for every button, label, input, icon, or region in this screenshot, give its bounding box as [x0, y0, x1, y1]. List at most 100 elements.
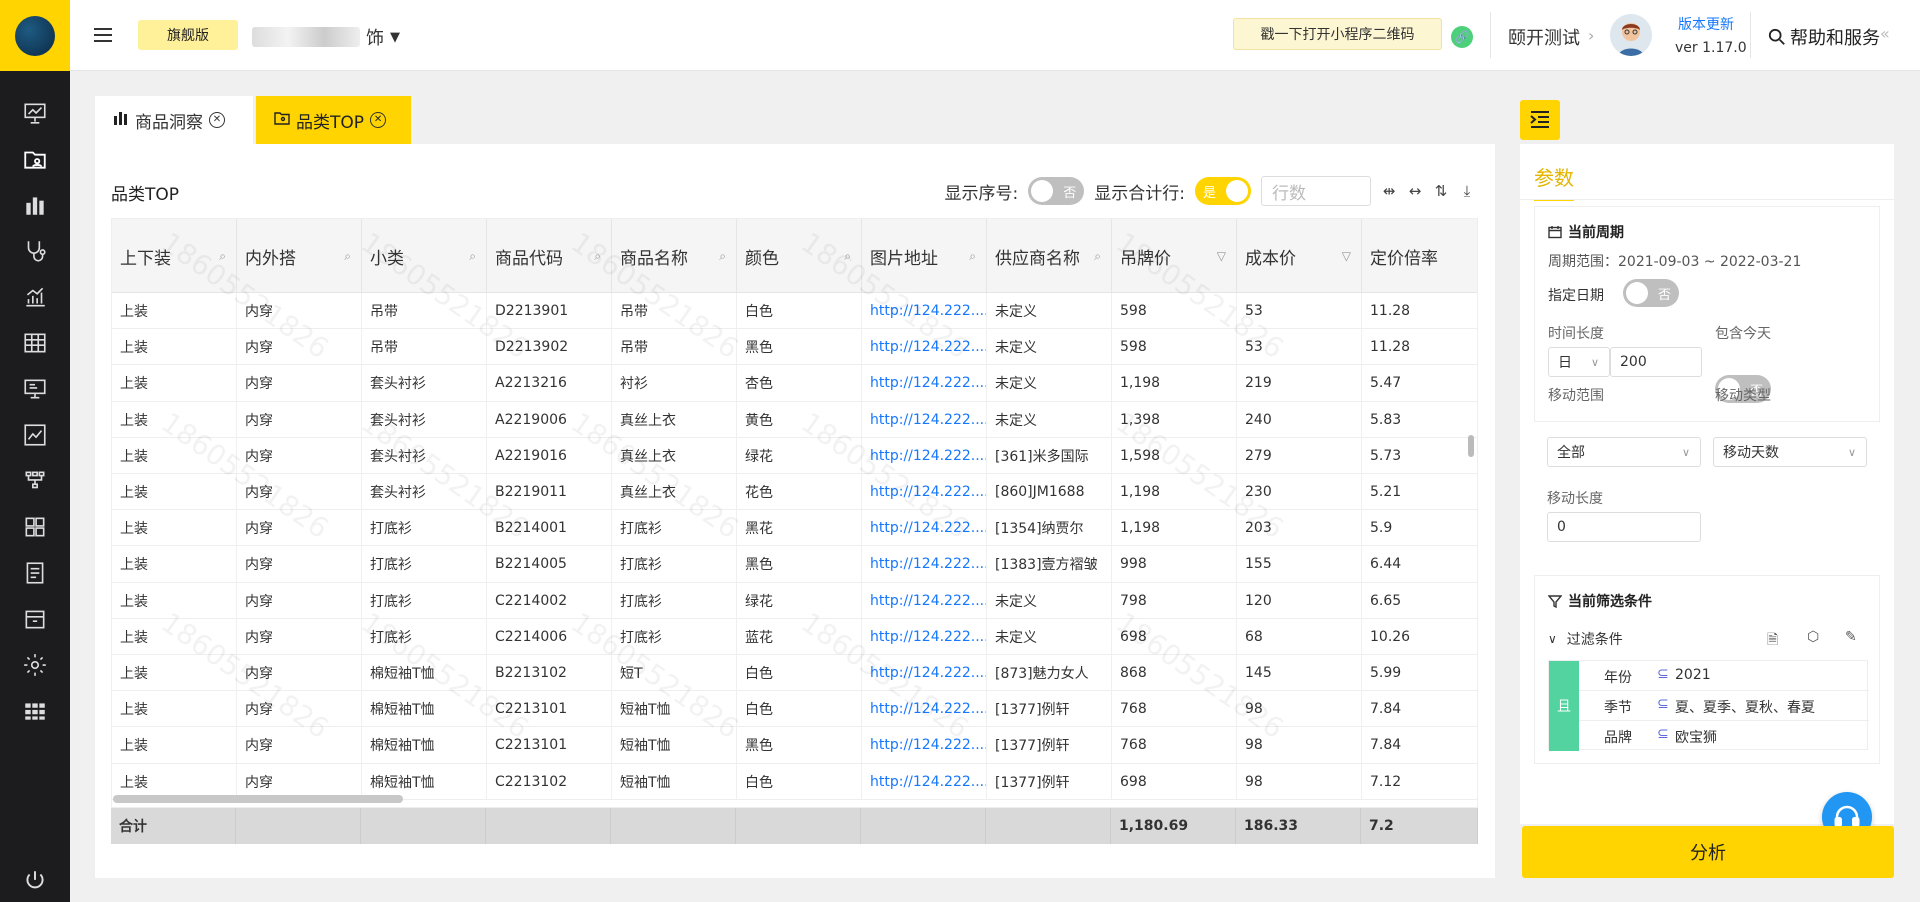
image-url-link[interactable]: http://124.222.... [862, 727, 987, 764]
table-cell: 未定义 [987, 293, 1112, 329]
column-header[interactable]: 供应商名称 ⌕ [987, 219, 1112, 293]
report-icon[interactable] [0, 553, 70, 593]
table-cell: 内穿 [237, 582, 362, 619]
miniapp-qr-button[interactable]: 戳一下打开小程序二维码 [1233, 18, 1442, 50]
table-icon[interactable] [0, 323, 70, 363]
table-row[interactable]: 上装 内穿 套头衬衫 A2219016 真丝上衣 绿花 http://124.222....… [112, 437, 1477, 474]
table-row[interactable]: 上装 内穿 棉短袖T恤 B2213102 短T 白色 http://124.222....[… [112, 655, 1477, 692]
logo[interactable] [0, 0, 70, 71]
help-and-service-button[interactable]: 帮助和服务 [1768, 24, 1880, 50]
double-chevron-left-icon[interactable]: « [1880, 24, 1890, 43]
hamburger-menu-icon[interactable] [92, 24, 114, 46]
tenant-name[interactable]: 颐开测试 [1508, 24, 1580, 50]
rows-input[interactable]: 行数 [1261, 176, 1371, 206]
image-url-link[interactable]: http://124.222.... [862, 401, 987, 438]
bar-chart-icon[interactable] [0, 185, 70, 225]
power-icon[interactable] [0, 863, 70, 899]
image-url-link[interactable]: http://124.222.... [862, 763, 987, 800]
table-cell: 吊带 [362, 329, 487, 366]
move-range-select[interactable]: 全部 ∨ [1547, 437, 1701, 467]
table-cell: 花色 [737, 474, 862, 510]
table-row[interactable]: 上装 内穿 打底衫 C2214002 打底衫 绿花 http://124.222.... 未定… [112, 582, 1477, 619]
column-header[interactable]: 内外搭 ⌕ [237, 219, 362, 293]
category-folder-icon[interactable] [0, 139, 70, 179]
show-index-toggle[interactable]: 否 [1028, 177, 1085, 205]
edit-icon[interactable]: ✎ [1845, 629, 1857, 645]
fit-width-icon[interactable]: ⇹ [1381, 182, 1397, 200]
close-icon[interactable]: ✕ [209, 112, 225, 128]
settings-gear-icon[interactable] [0, 645, 70, 685]
sort-icon[interactable]: ⇅ [1433, 182, 1449, 200]
table-cell: 上装 [112, 727, 237, 764]
move-type-label: 移动类型 [1715, 388, 1771, 404]
search-icon[interactable]: ⌕ [344, 249, 351, 264]
horizontal-scrollbar[interactable] [113, 795, 403, 803]
link-icon[interactable]: 🔗 [1451, 26, 1473, 48]
total-cost: 186.33 [1236, 808, 1361, 844]
condition-row: 品牌 ⊆ 欧宝狮 [1604, 726, 1717, 746]
filter-icon[interactable]: ▽ [1342, 249, 1351, 263]
table-cell: [1354]纳贾尔 [987, 510, 1112, 547]
search-icon[interactable]: ⌕ [469, 249, 476, 264]
filter-group-toggle[interactable]: ∨ 过滤条件 [1548, 629, 1623, 649]
image-url-link[interactable]: http://124.222.... [862, 546, 987, 583]
move-length-input[interactable]: 0 [1547, 512, 1701, 542]
table-row[interactable]: 上装 内穿 打底衫 C2214006 打底衫 蓝花 http://124.222.... 未定… [112, 618, 1477, 655]
shop-selector[interactable]: 饰 ▼ [252, 24, 400, 50]
time-unit-select[interactable]: 日 ∨ [1548, 347, 1610, 377]
save-icon[interactable]: 🗎 [1767, 629, 1778, 653]
org-chart-icon[interactable] [0, 461, 70, 501]
search-icon[interactable]: ⌕ [719, 249, 726, 264]
params-title[interactable]: 参数 [1534, 162, 1574, 201]
fixed-date-toggle[interactable]: 否 [1623, 279, 1679, 307]
close-icon[interactable]: ✕ [370, 112, 387, 128]
table-cell: 未定义 [987, 365, 1112, 402]
apps-grid-icon[interactable] [0, 507, 70, 547]
table-cell: 5.9 [1362, 510, 1477, 546]
search-icon[interactable]: ⌕ [1094, 249, 1101, 264]
image-url-link[interactable]: http://124.222.... [862, 365, 987, 402]
top-bar: 旗舰版 饰 ▼ 戳一下打开小程序二维码 🔗 颐开测试 › 版本更新 ver 1.… [70, 0, 1920, 71]
filter-group-label: 过滤条件 [1566, 632, 1623, 648]
download-icon[interactable]: ⤓ [1459, 182, 1475, 200]
filter-icon[interactable]: ▽ [1217, 249, 1226, 263]
column-width-icon[interactable]: ↔ [1407, 182, 1423, 200]
board-icon[interactable] [0, 369, 70, 409]
time-length-input[interactable]: 200 [1610, 347, 1702, 377]
show-total-label: 显示合计行: [1094, 183, 1185, 204]
cube-icon[interactable]: ⬡ [1807, 629, 1819, 645]
trend-bars-icon[interactable] [0, 277, 70, 317]
chevron-down-icon: ∨ [1681, 445, 1690, 459]
tab-category-top[interactable]: 品类TOP ✕ [256, 96, 411, 144]
total-ratio: 7.2 [1361, 808, 1478, 844]
stethoscope-icon[interactable] [0, 231, 70, 271]
column-header[interactable]: 定价倍率 [1362, 219, 1477, 293]
data-grid-icon[interactable] [0, 691, 70, 731]
image-url-link[interactable]: http://124.222.... [862, 582, 987, 619]
table-cell: 68 [1237, 618, 1362, 655]
line-chart-icon[interactable] [0, 415, 70, 455]
table-cell: 打底衫 [362, 510, 487, 547]
version-update-link[interactable]: 版本更新 [1678, 14, 1734, 34]
table-row[interactable]: 上装 内穿 套头衬衫 A2213216 衬衫 杏色 http://124.222.... 未定… [112, 365, 1477, 402]
move-type-select[interactable]: 移动天数 ∨ [1713, 437, 1867, 467]
toggle-params-button[interactable] [1520, 100, 1560, 140]
tab-product-insight[interactable]: 商品洞察 ✕ [95, 96, 253, 144]
column-header[interactable]: 成本价 ▽ [1237, 219, 1362, 293]
archive-box-icon[interactable] [0, 599, 70, 639]
table-cell: 998 [1112, 546, 1237, 583]
table-cell: 未定义 [987, 582, 1112, 619]
image-url-link[interactable]: http://124.222.... [862, 618, 987, 655]
table-cell: 279 [1237, 437, 1362, 474]
table-cell: 98 [1237, 763, 1362, 800]
table-cell: 11.28 [1362, 329, 1477, 365]
user-avatar[interactable] [1610, 14, 1652, 56]
presentation-icon[interactable] [0, 93, 70, 133]
analyze-button[interactable]: 分析 [1522, 826, 1894, 878]
show-total-toggle[interactable]: 是 [1195, 177, 1251, 205]
table-row[interactable]: 上装 内穿 打底衫 B2214005 打底衫 黑色 http://124.222.... [1… [112, 546, 1477, 583]
table-row[interactable]: 上装 内穿 吊带 D2213901 吊带 白色 http://124.222.... 未定义 5… [112, 293, 1477, 330]
search-icon[interactable]: ⌕ [969, 249, 976, 264]
total-tag-price: 1,180.69 [1111, 808, 1236, 844]
vertical-scrollbar[interactable] [1468, 435, 1474, 457]
